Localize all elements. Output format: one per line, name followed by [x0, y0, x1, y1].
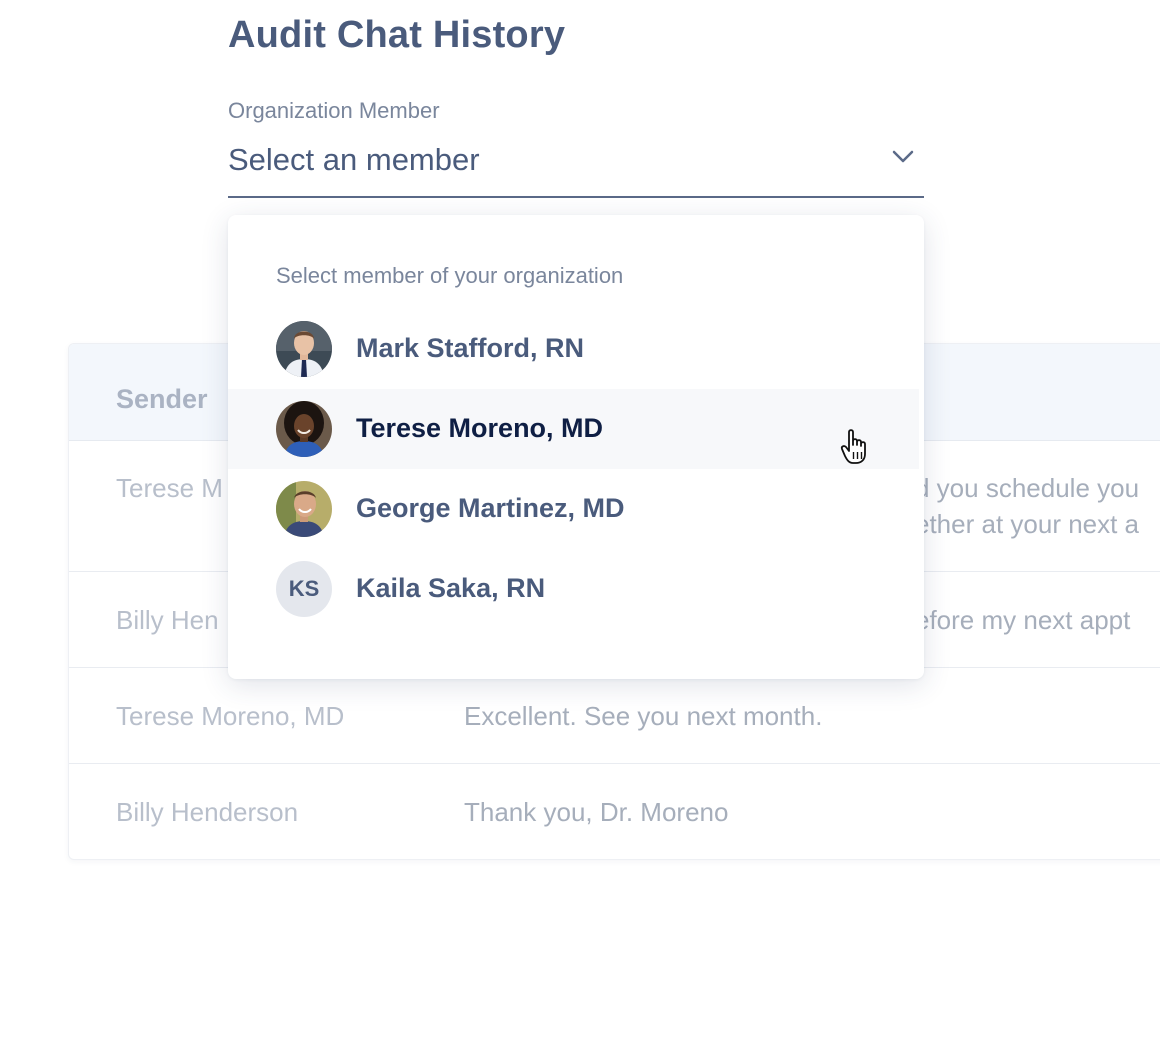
avatar	[276, 321, 332, 377]
member-option-terese-moreno[interactable]: Terese Moreno, MD	[228, 389, 919, 469]
hand-pointer-cursor-icon	[840, 429, 866, 464]
member-name: Mark Stafford, RN	[356, 333, 585, 363]
member-option-kaila-saka[interactable]: KS Kaila Saka, RN	[228, 549, 919, 629]
member-select-value: Select an member	[228, 142, 480, 177]
page-title: Audit Chat History	[228, 14, 566, 56]
avatar-initials: KS	[276, 561, 332, 617]
avatar	[276, 401, 332, 457]
sender-cell: Billy Hen	[116, 605, 219, 635]
dropdown-header: Select member of your organization	[276, 263, 624, 288]
chevron-down-icon	[892, 150, 914, 163]
member-field-label: Organization Member	[228, 98, 440, 123]
member-name: Terese Moreno, MD	[356, 413, 604, 443]
sender-cell: Terese Moreno, MD	[116, 701, 345, 731]
member-select[interactable]: Select an member	[228, 136, 924, 198]
message-cell: d you schedule you ether at your next a	[915, 473, 1140, 539]
sender-cell: Terese M	[116, 473, 223, 503]
message-cell: efore my next appt	[915, 605, 1131, 635]
table-row[interactable]: Terese Moreno, MD Excellent. See you nex…	[69, 668, 1160, 764]
member-dropdown-menu: Select member of your organization Mark …	[228, 215, 924, 679]
column-header-sender[interactable]: Sender	[116, 384, 208, 415]
message-cell: Thank you, Dr. Moreno	[464, 797, 729, 827]
member-name: George Martinez, MD	[356, 493, 625, 523]
member-option-george-martinez[interactable]: George Martinez, MD	[228, 469, 919, 549]
table-row[interactable]: Billy Henderson Thank you, Dr. Moreno	[69, 764, 1160, 859]
avatar	[276, 481, 332, 537]
sender-cell: Billy Henderson	[116, 797, 299, 827]
message-cell: Excellent. See you next month.	[464, 701, 823, 731]
member-option-mark-stafford[interactable]: Mark Stafford, RN	[228, 309, 919, 389]
member-name: Kaila Saka, RN	[356, 573, 546, 603]
